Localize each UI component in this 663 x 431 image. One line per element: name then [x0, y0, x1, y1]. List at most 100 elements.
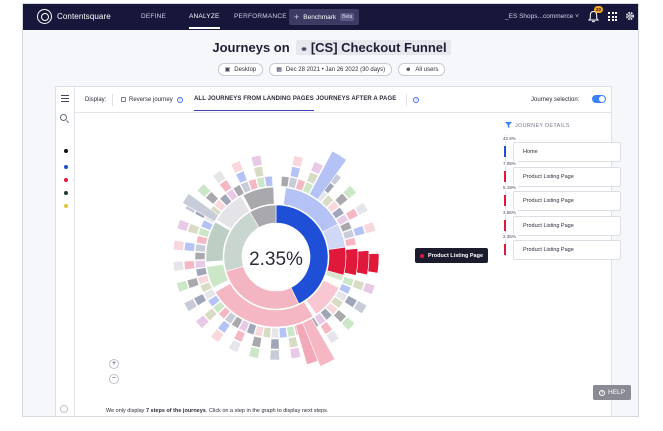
zoom-in-button[interactable]: + — [109, 359, 119, 369]
divider — [112, 94, 113, 106]
sunburst-segment[interactable] — [235, 170, 248, 184]
title-prefix: Journeys on — [212, 40, 290, 55]
reset-icon[interactable] — [60, 405, 68, 413]
sunburst-segment[interactable] — [351, 279, 365, 291]
segment-filter[interactable]: ☻ All users — [398, 63, 446, 76]
brand-logo[interactable]: Contentsquare — [37, 9, 111, 24]
journey-step[interactable]: 2.35% Product Listing Page — [503, 234, 623, 260]
sunburst-segment[interactable] — [262, 326, 272, 339]
sunburst-segment[interactable] — [269, 349, 280, 361]
device-label: Desktop — [234, 66, 257, 73]
sunburst-segment[interactable] — [172, 239, 185, 251]
sunburst-segment[interactable] — [352, 225, 366, 237]
sunburst-segment[interactable] — [172, 260, 185, 272]
sunburst-segment[interactable] — [194, 259, 207, 269]
mapping-selector[interactable]: ⚭ [CS] Checkout Funnel — [296, 40, 451, 55]
step-percentage: 42.8% — [503, 136, 518, 141]
left-toolbar — [56, 87, 75, 416]
menu-icon[interactable] — [61, 95, 69, 104]
device-filter[interactable]: ▣ Desktop — [217, 63, 264, 76]
journey-step[interactable]: 3.56% Product Listing Page — [503, 210, 623, 236]
sunburst-segment[interactable] — [289, 346, 302, 360]
step-label: Product Listing Page — [513, 240, 621, 260]
sunburst-segment[interactable] — [175, 280, 189, 293]
project-selector[interactable]: _ES Shops...commerce ˅ — [505, 13, 579, 20]
tab-all-journeys[interactable]: ALL JOURNEYS FROM LANDING PAGES — [194, 96, 314, 111]
sunburst-segment[interactable] — [194, 251, 206, 261]
reverse-journey-checkbox[interactable]: Reverse journey? — [121, 97, 183, 103]
notification-badge: 20 — [594, 6, 604, 13]
legend-dot[interactable] — [64, 165, 68, 169]
step-percentage: 2.35% — [503, 234, 518, 239]
sunburst-segment-product-listing[interactable] — [356, 250, 370, 276]
journey-details-title: JOURNEY DETAILS — [515, 123, 570, 129]
help-button[interactable]: ? HELP — [593, 385, 631, 400]
filter-icon — [505, 122, 512, 128]
sunburst-segment[interactable] — [278, 326, 288, 339]
sunburst-segment[interactable] — [194, 243, 207, 253]
mapping-name: [CS] Checkout Funnel — [310, 40, 447, 55]
search-icon[interactable] — [60, 114, 67, 121]
sunburst-segment-product-listing[interactable] — [367, 253, 380, 274]
sunburst-segment[interactable] — [270, 327, 280, 339]
sunburst-segment[interactable] — [253, 165, 265, 178]
step-label: Product Listing Page — [513, 191, 621, 211]
checkbox-icon — [121, 97, 126, 102]
help-icon: ? — [599, 389, 605, 396]
sunburst-segment[interactable] — [251, 335, 263, 348]
sunburst-segment[interactable] — [183, 260, 196, 271]
sunburst-segment[interactable] — [176, 219, 190, 232]
tabs-info[interactable]: ? — [409, 97, 419, 103]
sunburst-segment-product-listing[interactable] — [326, 246, 347, 276]
segment-tooltip: Product Listing Page — [415, 248, 489, 263]
legend-dot[interactable] — [64, 149, 68, 153]
benchmark-button[interactable]: + Benchmark Beta — [289, 9, 360, 25]
sunburst-segment[interactable] — [287, 336, 299, 349]
journey-step[interactable]: 42.8% Home — [503, 136, 623, 162]
sunburst-segment[interactable] — [280, 175, 290, 188]
legend-dot[interactable] — [64, 204, 68, 208]
date-range-filter[interactable]: ▦ Dec 28 2021 • Jan 26 2022 (30 days) — [269, 63, 393, 76]
sunburst-segment[interactable] — [362, 282, 376, 295]
step-color-bar — [504, 146, 506, 157]
step-percentage: 7.05% — [503, 161, 518, 166]
nav-define[interactable]: DEFINE — [141, 13, 166, 20]
divider — [406, 94, 407, 106]
step-color-bar — [504, 195, 506, 206]
note-bold: 7 steps of the journeys — [145, 408, 206, 414]
journey-analysis-card: Display: Reverse journey? ALL JOURNEYS F… — [55, 86, 621, 416]
info-icon: ? — [413, 97, 419, 103]
sunburst-segment[interactable] — [289, 166, 301, 179]
sunburst-segment[interactable] — [264, 175, 274, 188]
sunburst-segment[interactable] — [270, 338, 280, 350]
sunburst-segment-product-listing[interactable] — [343, 248, 359, 276]
plus-icon: + — [294, 12, 300, 22]
info-icon[interactable]: ? — [176, 97, 183, 103]
date-range-label: Dec 28 2021 • Jan 26 2022 (30 days) — [285, 66, 386, 73]
page-title: Journeys on ⚭ [CS] Checkout Funnel — [23, 40, 638, 55]
journey-step[interactable]: 5.19% Product Listing Page — [503, 185, 623, 211]
nav-analyze[interactable]: ANALYZE — [189, 13, 220, 29]
sunburst-segment[interactable] — [183, 241, 196, 252]
sunburst-segment[interactable] — [187, 223, 201, 235]
step-color-bar — [504, 220, 506, 231]
sunburst-segment[interactable] — [186, 277, 200, 289]
contentsquare-logo-icon — [37, 9, 52, 24]
journey-step[interactable]: 7.05% Product Listing Page — [503, 161, 623, 187]
zoom-out-button[interactable]: − — [109, 374, 119, 384]
chevron-down-icon: ˅ — [575, 13, 579, 20]
sunburst-segment[interactable] — [363, 221, 377, 234]
steps-note: We only display 7 steps of the journeys.… — [106, 408, 328, 414]
journey-selection-toggle[interactable] — [592, 95, 606, 103]
sunburst-segment[interactable] — [248, 346, 261, 359]
legend-dot[interactable] — [64, 191, 68, 195]
sunburst-segment[interactable] — [291, 155, 304, 168]
sunburst-segment[interactable] — [250, 154, 263, 168]
note-suffix: . Click on a step in the graph to displa… — [205, 408, 329, 414]
legend-dot[interactable] — [64, 178, 68, 182]
nav-performance[interactable]: PERFORMANCE — [234, 13, 287, 20]
users-icon: ☻ — [405, 66, 412, 73]
gear-icon[interactable] — [624, 10, 636, 22]
apps-grid-icon[interactable] — [608, 12, 617, 21]
tab-journeys-after-page[interactable]: JOURNEYS AFTER A PAGE — [316, 96, 396, 102]
